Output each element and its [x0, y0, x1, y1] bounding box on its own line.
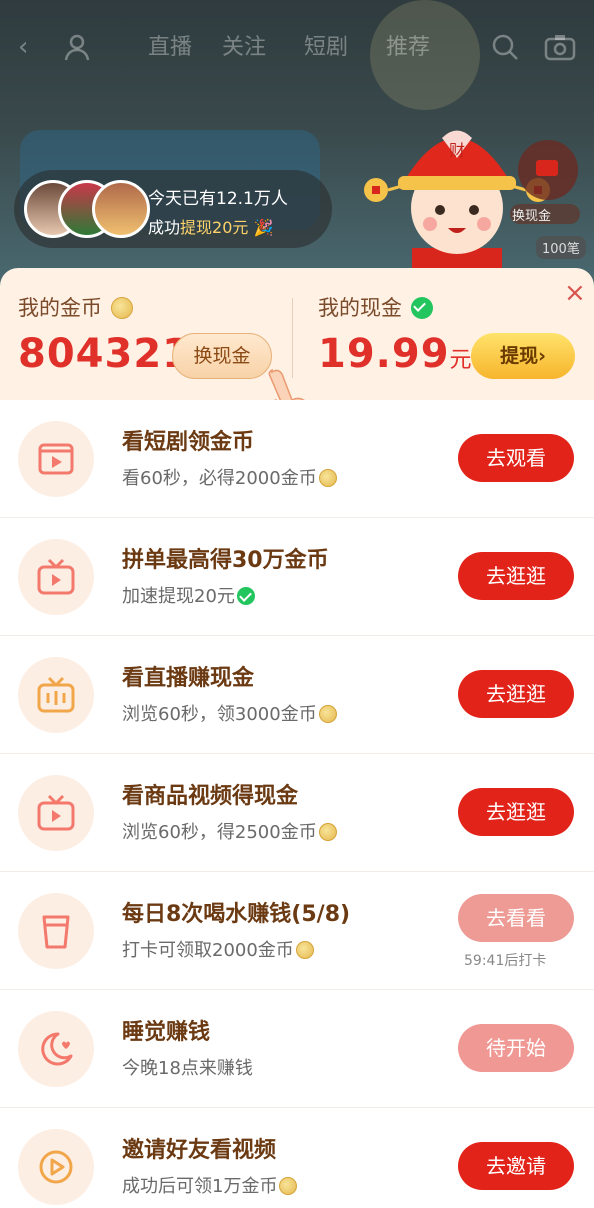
check-icon	[236, 587, 255, 605]
task-title: 睡觉赚钱	[122, 1020, 211, 1045]
tv-icon	[18, 775, 94, 851]
video-background: ‹ 直播 关注 短剧 推荐 今天已有12.1万人 成功提现20元 🎉 财 换现金…	[0, 0, 594, 290]
task-subtitle: 浏览60秒，领3000金币	[122, 700, 337, 726]
task-title: 拼单最高得30万金币	[122, 548, 329, 573]
task-item: 每日8次喝水赚钱(5/8) 打卡可领取2000金币 去看看 59:41后打卡	[0, 872, 594, 990]
side-badge-count: 100笔	[536, 236, 586, 259]
avatar	[92, 180, 150, 238]
live-tv-icon	[18, 657, 94, 733]
tab-short-drama[interactable]: 短剧	[304, 34, 348, 62]
task-subtitle: 成功后可领1万金币	[122, 1172, 298, 1198]
cash-amount: 19.99元	[318, 331, 473, 377]
coin-icon	[318, 469, 337, 487]
task-title: 看商品视频得现金	[122, 784, 299, 809]
task-title: 看直播赚现金	[122, 666, 255, 691]
invite-button[interactable]: 去邀请	[458, 1142, 574, 1190]
play-circle-icon	[18, 1129, 94, 1205]
task-title: 邀请好友看视频	[122, 1138, 277, 1163]
top-nav: ‹ 直播 关注 短剧 推荐	[0, 22, 594, 74]
task-item: 睡觉赚钱 今晚18点来赚钱 待开始	[0, 990, 594, 1108]
coin-icon	[295, 941, 314, 959]
coin-icon	[318, 705, 337, 723]
back-icon[interactable]: ‹	[18, 32, 28, 62]
task-item: 看商品视频得现金 浏览60秒，得2500金币 去逛逛	[0, 754, 594, 872]
search-icon[interactable]	[490, 32, 520, 69]
coin-icon	[318, 823, 337, 841]
task-item: 看短剧领金币 看60秒，必得2000金币 去观看	[0, 400, 594, 518]
withdraw-notice: 今天已有12.1万人 成功提现20元 🎉	[14, 170, 332, 248]
cash-title: 我的现金	[318, 292, 433, 322]
coins-amount: 804321	[18, 331, 191, 377]
moon-icon	[18, 1011, 94, 1087]
browse-button[interactable]: 去逛逛	[458, 552, 574, 600]
pending-button[interactable]: 待开始	[458, 1024, 574, 1072]
browse-button[interactable]: 去逛逛	[458, 788, 574, 836]
coins-title: 我的金币	[18, 292, 133, 322]
cup-icon	[18, 893, 94, 969]
task-subtitle: 加速提现20元	[122, 582, 255, 608]
browse-button[interactable]: 去逛逛	[458, 670, 574, 718]
task-item: 邀请好友看视频 成功后可领1万金币 去邀请	[0, 1108, 594, 1208]
task-subtitle: 看60秒，必得2000金币	[122, 464, 337, 490]
tab-recommend[interactable]: 推荐	[386, 34, 430, 62]
tv-icon	[18, 539, 94, 615]
task-item: 拼单最高得30万金币 加速提现20元 去逛逛	[0, 518, 594, 636]
wallet-divider	[292, 298, 293, 378]
notice-count-text: 今天已有12.1万人	[148, 189, 288, 209]
exchange-cash-button[interactable]: 换现金	[172, 333, 272, 379]
side-badge-label[interactable]: 换现金	[512, 205, 551, 224]
svg-text:财: 财	[449, 141, 465, 160]
camera-icon[interactable]	[544, 32, 576, 69]
tab-follow[interactable]: 关注	[222, 34, 266, 62]
task-title: 每日8次喝水赚钱(5/8)	[122, 902, 351, 927]
notice-success-text: 成功提现20元 🎉	[148, 218, 274, 237]
task-subtitle: 浏览60秒，得2500金币	[122, 818, 337, 844]
watch-button[interactable]: 去观看	[458, 434, 574, 482]
task-subtitle: 打卡可领取2000金币	[122, 936, 314, 962]
task-item: 看直播赚现金 浏览60秒，领3000金币 去逛逛	[0, 636, 594, 754]
withdraw-button[interactable]: 提现›	[471, 333, 575, 379]
check-in-button[interactable]: 去看看	[458, 894, 574, 942]
close-icon[interactable]: ×	[564, 280, 590, 306]
wechat-check-icon	[410, 297, 433, 319]
tab-live[interactable]: 直播	[148, 34, 192, 62]
task-subtitle: 今晚18点来赚钱	[122, 1058, 253, 1079]
task-title: 看短剧领金币	[122, 430, 255, 455]
coin-icon	[110, 297, 133, 319]
coin-icon	[279, 1177, 298, 1195]
party-icon: 🎉	[253, 218, 274, 237]
profile-icon[interactable]	[62, 32, 92, 69]
countdown-text: 59:41后打卡	[464, 953, 547, 969]
play-screen-icon	[18, 421, 94, 497]
